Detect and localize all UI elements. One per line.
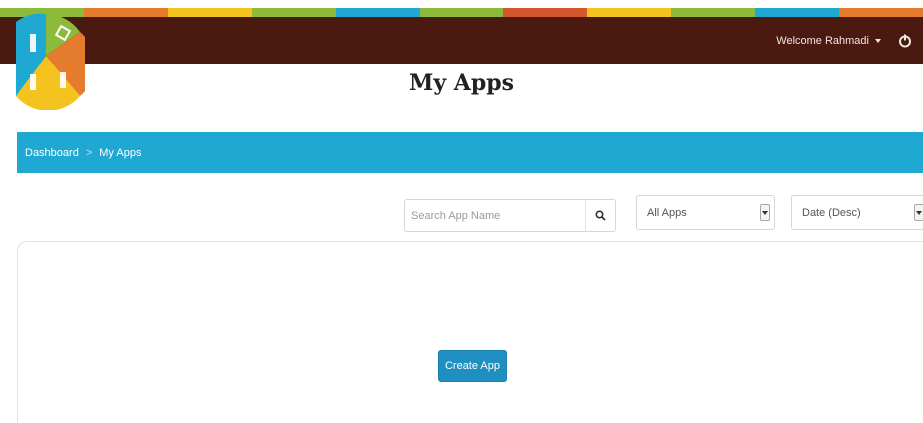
sort-value: Date (Desc) [802,206,861,219]
search-icon [595,210,606,221]
strip-segment [167,8,252,17]
caret-down-icon [875,39,881,43]
welcome-text: Welcome Rahmadi [776,35,869,47]
page-title: My Apps [408,70,514,96]
header-color-strip [0,8,923,17]
chevron-down-icon [914,204,923,221]
strip-segment [671,8,756,17]
breadcrumb-my-apps: My Apps [99,146,142,159]
strip-segment [335,8,420,17]
user-menu[interactable]: Welcome Rahmadi [776,34,881,48]
strip-segment [587,8,672,17]
search-box [404,199,616,232]
create-app-button[interactable]: Create App [438,350,507,382]
strip-segment [839,8,923,17]
search-button[interactable] [585,200,615,231]
power-icon[interactable] [898,34,912,48]
sort-select[interactable]: Date (Desc) [791,195,923,230]
breadcrumb-separator: > [85,146,93,159]
top-navbar: Welcome Rahmadi [0,17,923,64]
apps-panel [17,241,923,423]
app-filter-select[interactable]: All Apps [636,195,775,230]
strip-segment [755,8,840,17]
chevron-down-icon [760,204,770,221]
strip-segment [503,8,588,17]
search-input[interactable] [405,200,585,231]
strip-segment [251,8,336,17]
breadcrumb: Dashboard > My Apps [17,132,923,173]
strip-segment [419,8,504,17]
breadcrumb-dashboard[interactable]: Dashboard [25,147,79,159]
strip-segment [83,8,168,17]
app-filter-value: All Apps [647,206,687,219]
